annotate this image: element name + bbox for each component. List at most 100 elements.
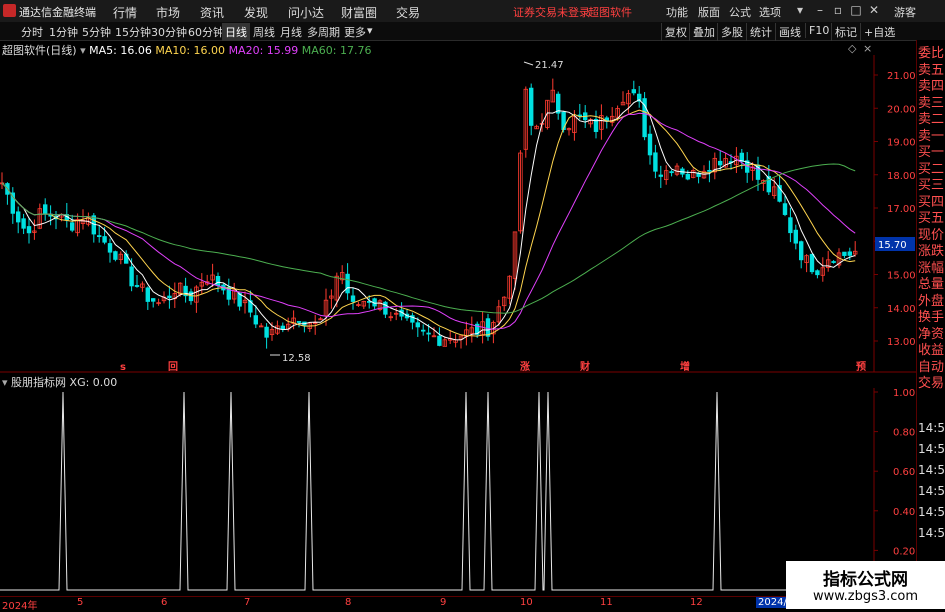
ma60-line [1,163,856,314]
candle-body [350,295,356,302]
candle-body [685,173,690,180]
sub-tick-label: 0.20 [893,546,915,557]
menu-faxian[interactable]: 发现 [244,4,268,21]
xg-indicator-line [0,391,874,591]
tool-tongji[interactable]: 统计 [746,23,775,41]
tab-multi-period[interactable]: 多周期 [304,23,343,41]
trade-time: 14:56 [918,505,945,519]
candle-body [842,251,847,256]
trade-time: 14:56 [918,484,945,498]
candle-body [782,203,788,215]
price-tick-label: 15.00 [887,271,916,282]
candle-body [788,217,793,234]
candle-body [847,251,852,256]
candle-body [561,111,566,130]
watermark-url: www.zbgs3.com [812,589,919,604]
date-label: 12 [690,597,703,608]
tool-fuquan[interactable]: 复权 [661,23,690,41]
menu-wenxiaoda[interactable]: 问小达 [288,4,324,21]
menu-shichang[interactable]: 市场 [156,4,180,21]
tab-weekly[interactable]: 周线 [250,23,278,41]
tool-huaxian[interactable]: 画线 [775,23,804,41]
candle-body [485,318,491,337]
date-label: 9 [440,597,447,608]
ma20-line [1,112,856,330]
candle-body [97,235,102,238]
close-icon[interactable]: ✕ [866,3,882,17]
candle-body [669,171,674,174]
close-panel-icon[interactable]: × [863,42,872,55]
quote-sidebar: 委比 卖五 卖四 卖三 卖二 卖一 买一 买二 买三 买四 买五 现价 涨跌 涨幅 总量 外盘 换手 净资 收益 自动… [916,40,945,609]
candle-body [420,329,426,332]
candle-body [145,287,150,302]
menu-zixun[interactable]: 资讯 [200,4,224,21]
candle-body [426,332,431,335]
menu-gongshi[interactable]: 公式 [729,4,751,20]
sub-tick-label: 1.00 [893,388,915,399]
candle-body [658,174,663,177]
tab-fenshi[interactable]: 分时 [18,23,46,41]
candle-body [264,326,269,338]
guest-label[interactable]: 游客 [894,4,916,20]
sub-tick-label: 0.80 [893,428,915,439]
menu-gongneng[interactable]: 功能 [666,4,688,20]
candle-body [167,295,172,299]
maximize-icon[interactable]: □ [848,3,864,17]
indicator-toggle-icon[interactable]: ▾ [2,376,8,389]
ma-legend: 超图软件(日线) ▾ MA5: 16.06 MA10: 16.00 MA20: … [2,42,372,57]
date-label: 10 [520,597,533,608]
candle-body [134,285,140,287]
settings-icon[interactable]: ◇ [848,42,857,55]
dropdown-icon[interactable]: ▾ [792,3,808,17]
candle-body [102,236,107,243]
tab-1min[interactable]: 1分钟 [46,23,81,41]
candle-body [43,204,48,214]
trade-time: 14:56 [918,442,945,456]
price-tick-label: 20.00 [887,104,916,115]
price-tick-label: 13.00 [887,337,916,348]
ma10-value: MA10: 16.00 [155,44,226,57]
app-logo-icon [3,4,16,17]
tool-add-watchlist[interactable]: +自选 [860,23,898,41]
more-dropdown-icon[interactable]: ▾ [364,23,376,38]
app-title: 通达信金融终端 [19,6,96,19]
menu-hangqing[interactable]: 行情 [113,4,137,21]
ma5-value: MA5: 16.06 [89,44,152,57]
menu-xuanxiang[interactable]: 选项 [759,4,781,20]
tool-duogu[interactable]: 多股 [717,23,746,41]
candle-body [718,160,723,166]
menu-caifuquan[interactable]: 财富圈 [341,4,377,21]
tool-biaoji[interactable]: 标记 [831,23,860,41]
kline-chart[interactable]: 21.0020.0019.0018.0017.0016.0015.0014.00… [0,40,916,596]
ma20-value: MA20: 15.99 [228,44,299,57]
candle-body [15,211,21,223]
event-markers: s回涨财增预 [120,360,866,373]
candle-body [70,222,75,231]
event-marker: 涨 [520,360,530,373]
sub-tick-label: 0.60 [893,467,915,478]
tab-30min[interactable]: 30分钟 [148,23,190,41]
candle-body [593,119,599,132]
tool-f10[interactable]: F10 [805,23,832,38]
menu-banmian[interactable]: 版面 [698,4,720,20]
menu-jiaoyi[interactable]: 交易 [396,4,420,21]
high-annotation-arrow [523,61,534,66]
candle-body [815,270,820,276]
sidebar-item[interactable]: 交易 [918,374,945,394]
candle-body [129,266,134,287]
tab-60min[interactable]: 60分钟 [185,23,227,41]
candle-body [809,253,815,273]
restore-icon[interactable]: ▫ [830,3,846,17]
legend-toggle-icon[interactable]: ▾ [80,44,86,57]
tab-5min[interactable]: 5分钟 [79,23,114,41]
title-bar: 通达信金融终端 行情 市场 资讯 发现 问小达 财富圈 交易 证券交易未登录 超… [0,0,945,23]
candle-body [150,298,156,302]
minimize-icon[interactable]: – [812,3,828,17]
trade-time: 14:56 [918,421,945,435]
tool-diejia[interactable]: 叠加 [689,23,718,41]
tab-daily[interactable]: 日线 [222,23,250,41]
trade-login-link[interactable]: 证券交易未登录 [513,4,590,20]
candle-body [215,276,221,287]
stock-name-link[interactable]: 超图软件 [588,4,632,20]
tab-monthly[interactable]: 月线 [277,23,305,41]
